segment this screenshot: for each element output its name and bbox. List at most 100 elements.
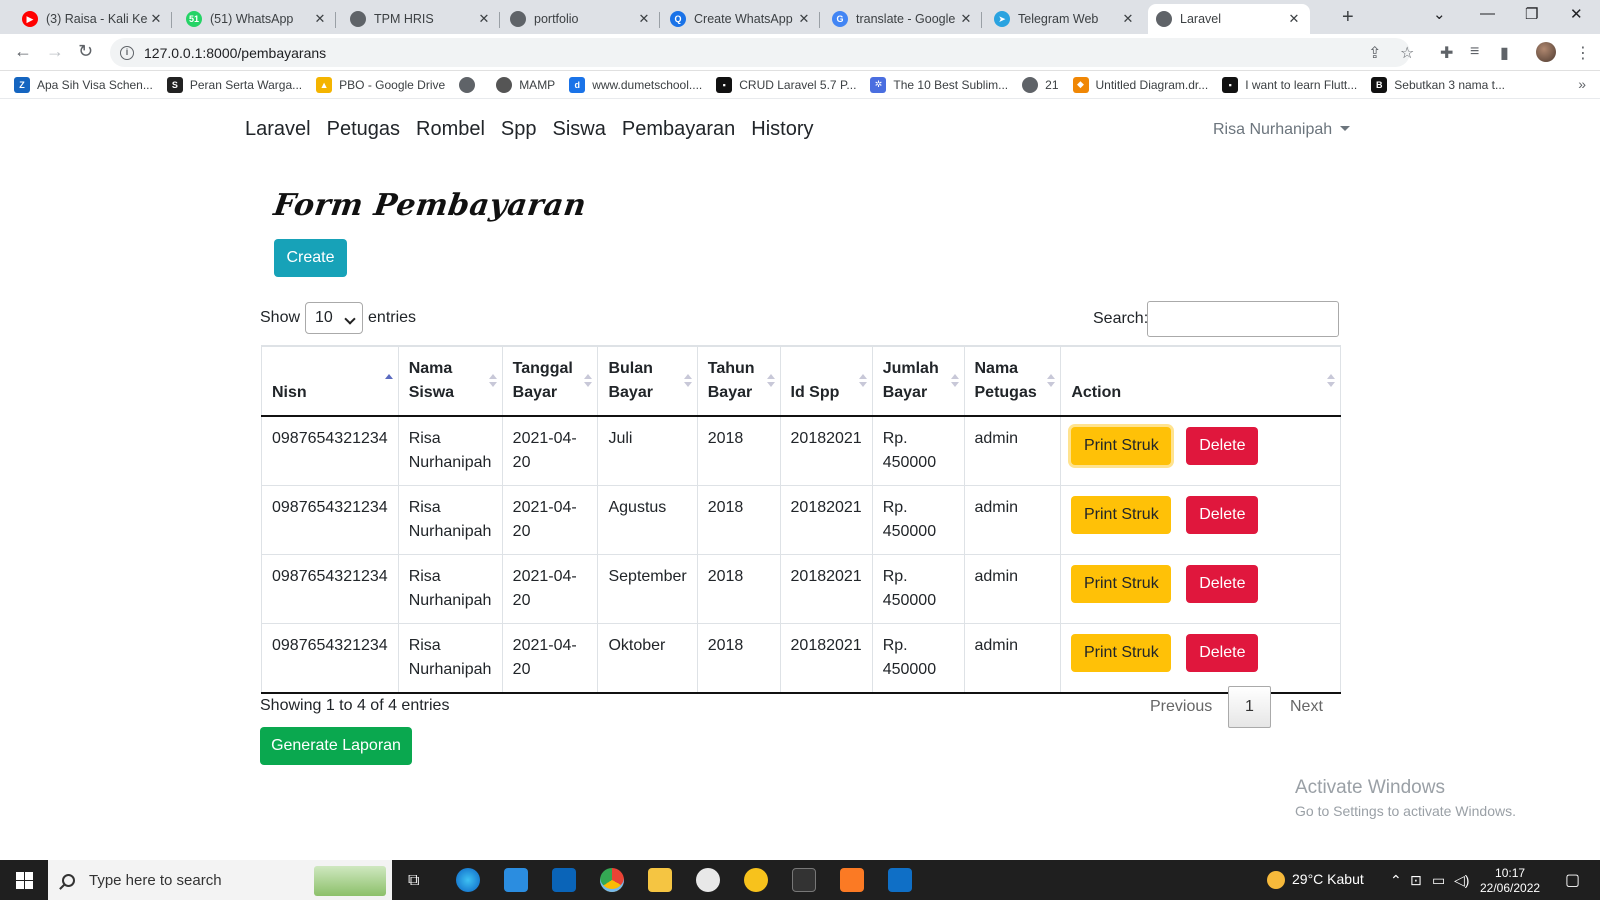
battery-icon[interactable]: ▭ xyxy=(1432,872,1445,889)
close-tab-icon[interactable]: ✕ xyxy=(312,11,328,27)
nav-spp[interactable]: Spp xyxy=(501,118,537,141)
reload-icon[interactable]: ↻ xyxy=(78,41,93,62)
print-struk-button[interactable]: Print Struk xyxy=(1071,427,1172,465)
tray-chevron-icon[interactable]: ⌃ xyxy=(1390,872,1402,889)
print-struk-button[interactable]: Print Struk xyxy=(1071,634,1172,672)
close-window-button[interactable]: ✕ xyxy=(1570,5,1583,23)
bookmark-item[interactable]: ◆ Untitled Diagram.dr... xyxy=(1072,76,1208,93)
nav-rombel[interactable]: Rombel xyxy=(416,118,485,141)
share-icon[interactable]: ⇪ xyxy=(1368,43,1381,63)
tab-favicon-icon: G xyxy=(832,11,848,27)
bookmark-item[interactable]: ▲ PBO - Google Drive xyxy=(316,76,445,93)
file-explorer-icon[interactable] xyxy=(648,868,672,892)
weather-text[interactable]: 29°C Kabut xyxy=(1292,871,1364,887)
profile-avatar[interactable] xyxy=(1536,42,1556,62)
browser-tab[interactable]: ▶ (3) Raisa - Kali Kedu✕ xyxy=(14,4,172,34)
bookmark-item[interactable]: ✲ The 10 Best Sublim... xyxy=(870,76,1008,93)
bookmark-item[interactable]: Z Apa Sih Visa Schen... xyxy=(14,76,153,93)
column-header[interactable]: Id Spp xyxy=(779,345,873,417)
forward-icon[interactable]: → xyxy=(46,41,64,62)
close-tab-icon[interactable]: ✕ xyxy=(1120,11,1136,27)
taskbar-search[interactable]: Type here to search xyxy=(48,860,392,900)
bookmark-item[interactable]: ▪ I want to learn Flutt... xyxy=(1222,76,1357,93)
user-dropdown[interactable]: Risa Nurhanipah xyxy=(1213,121,1351,139)
xampp-icon[interactable] xyxy=(840,868,864,892)
bookmark-item[interactable]: MAMP xyxy=(496,76,555,93)
close-tab-icon[interactable]: ✕ xyxy=(476,11,492,27)
delete-button[interactable]: Delete xyxy=(1186,634,1259,672)
column-header[interactable]: Tahun Bayar xyxy=(696,345,781,417)
page-1-button[interactable]: 1 xyxy=(1228,686,1271,728)
reading-list-icon[interactable]: ≡ xyxy=(1470,43,1479,61)
delete-button[interactable]: Delete xyxy=(1186,496,1259,534)
outlook-icon[interactable] xyxy=(552,868,576,892)
new-tab-button[interactable]: + xyxy=(1342,6,1354,29)
browser-tab[interactable]: portfolio ✕ xyxy=(502,4,660,34)
notifications-icon[interactable]: ▢ xyxy=(1565,870,1580,890)
mail-icon[interactable] xyxy=(504,868,528,892)
bookmark-item[interactable]: ▪ CRUD Laravel 5.7 P... xyxy=(716,76,856,93)
bookmark-item[interactable]: 21 xyxy=(1022,76,1059,93)
restore-button[interactable]: ❐ xyxy=(1525,5,1538,23)
column-header[interactable]: Tanggal Bayar xyxy=(501,345,599,417)
menu-icon[interactable]: ⋮ xyxy=(1575,43,1591,63)
cyberduck-icon[interactable] xyxy=(744,868,768,892)
nav-pembayaran[interactable]: Pembayaran xyxy=(622,118,735,141)
column-header[interactable]: Nisn xyxy=(261,345,399,417)
column-header[interactable]: Nama Petugas xyxy=(963,345,1062,417)
clock[interactable]: 10:17 22/06/2022 xyxy=(1480,866,1540,896)
browser-tab[interactable]: ➤ Telegram Web ✕ xyxy=(986,4,1144,34)
terminal-icon[interactable] xyxy=(792,868,816,892)
nav-siswa[interactable]: Siswa xyxy=(553,118,606,141)
browser-tab[interactable]: Q Create WhatsApp Te✕ xyxy=(662,4,820,34)
network-icon[interactable]: ⊡ xyxy=(1410,872,1422,889)
browser-tab[interactable]: Gtranslate - Google ✕ xyxy=(824,4,982,34)
more-bookmarks-icon[interactable]: » xyxy=(1578,76,1586,92)
generate-report-button[interactable]: Generate Laporan xyxy=(260,727,412,765)
close-tab-icon[interactable]: ✕ xyxy=(958,11,974,27)
nav-brand[interactable]: Laravel xyxy=(245,118,311,141)
close-tab-icon[interactable]: ✕ xyxy=(1286,11,1302,27)
minimize-button[interactable]: — xyxy=(1480,5,1495,22)
create-button[interactable]: Create xyxy=(274,239,347,277)
delete-button[interactable]: Delete xyxy=(1186,427,1259,465)
extensions-icon[interactable]: ✚ xyxy=(1440,43,1453,63)
edge-icon[interactable] xyxy=(456,868,480,892)
task-view-icon[interactable]: ⧉ xyxy=(408,872,419,890)
search-input[interactable] xyxy=(1147,301,1339,337)
page-length-select[interactable]: 10 xyxy=(305,302,364,334)
delete-button[interactable]: Delete xyxy=(1186,565,1259,603)
bookmark-star-icon[interactable]: ☆ xyxy=(1400,43,1414,63)
volume-icon[interactable]: ◁) xyxy=(1454,872,1469,889)
bookmark-item[interactable] xyxy=(459,76,482,93)
nav-petugas[interactable]: Petugas xyxy=(327,118,400,141)
chrome-icon[interactable] xyxy=(600,868,624,892)
column-header[interactable]: Nama Siswa xyxy=(397,345,503,417)
github-desktop-icon[interactable] xyxy=(696,868,720,892)
close-tab-icon[interactable]: ✕ xyxy=(796,11,812,27)
windows-start-icon[interactable] xyxy=(16,872,33,889)
nav-history[interactable]: History xyxy=(751,118,813,141)
weather-icon[interactable] xyxy=(1267,871,1285,889)
address-bar[interactable]: i 127.0.0.1:8000/pembayarans xyxy=(110,38,1410,67)
close-tab-icon[interactable]: ✕ xyxy=(148,11,164,27)
vscode-icon[interactable] xyxy=(888,868,912,892)
column-header[interactable]: Bulan Bayar xyxy=(597,345,698,417)
browser-tab[interactable]: 51 (51) WhatsApp ✕ xyxy=(178,4,336,34)
bookmark-item[interactable]: B Sebutkan 3 nama t... xyxy=(1371,76,1505,93)
previous-page-button[interactable]: Previous xyxy=(1150,686,1212,728)
browser-tab[interactable]: TPM HRIS ✕ xyxy=(342,4,500,34)
column-header[interactable]: Jumlah Bayar xyxy=(871,345,965,417)
print-struk-button[interactable]: Print Struk xyxy=(1071,565,1172,603)
site-info-icon[interactable]: i xyxy=(120,45,134,60)
column-header[interactable]: Action xyxy=(1060,345,1341,417)
next-page-button[interactable]: Next xyxy=(1290,686,1323,728)
side-panel-icon[interactable]: ▮ xyxy=(1500,43,1509,63)
browser-tab[interactable]: Laravel ✕ xyxy=(1148,4,1310,34)
back-icon[interactable]: ← xyxy=(14,41,32,62)
close-tab-icon[interactable]: ✕ xyxy=(636,11,652,27)
print-struk-button[interactable]: Print Struk xyxy=(1071,496,1172,534)
tab-search-icon[interactable]: ⌄ xyxy=(1433,5,1446,23)
bookmark-item[interactable]: d www.dumetschool.... xyxy=(569,76,702,93)
bookmark-item[interactable]: S Peran Serta Warga... xyxy=(166,76,302,93)
